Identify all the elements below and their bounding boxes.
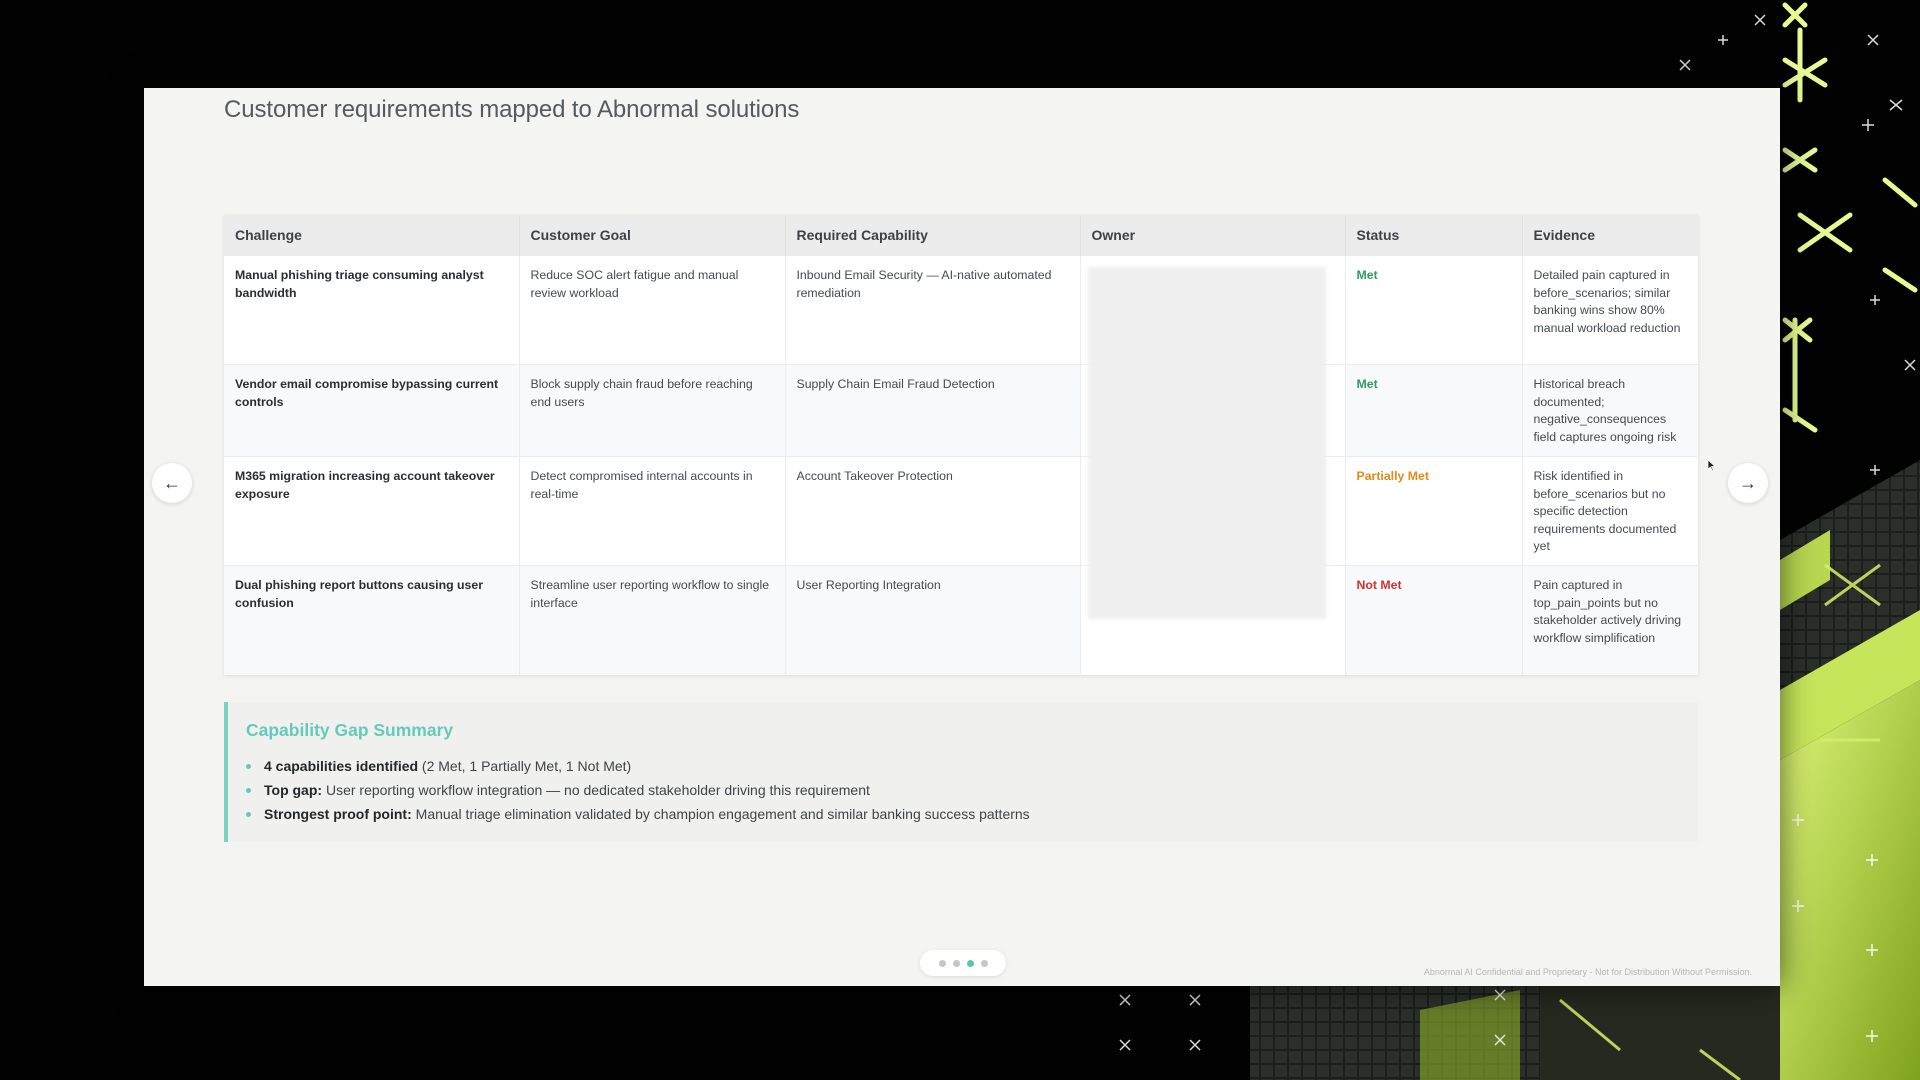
table-row: M365 migration increasing account takeov… (224, 456, 1698, 566)
cell-customer-goal: Detect compromised internal accounts in … (519, 456, 786, 566)
list-item: 4 capabilities identified (2 Met, 1 Part… (246, 754, 1030, 778)
bullet-dot-icon (246, 788, 251, 793)
cell-required-capability: Account Takeover Protection (785, 456, 1081, 566)
cell-evidence: Detailed pain captured in before_scenari… (1522, 255, 1698, 365)
page-dot-3-active[interactable] (966, 959, 974, 967)
presentation-slide: Customer requirements mapped to Abnormal… (144, 88, 1780, 986)
table-row: Manual phishing triage consuming analyst… (224, 255, 1698, 365)
page-dot-4[interactable] (980, 959, 988, 967)
slide-pagination (920, 950, 1006, 976)
gap-summary-title: Capability Gap Summary (246, 720, 454, 740)
cell-evidence: Risk identified in before_scenarios but … (1522, 456, 1698, 566)
list-item: Strongest proof point: Manual triage eli… (246, 802, 1030, 826)
cell-required-capability: User Reporting Integration (785, 565, 1081, 675)
next-slide-button[interactable]: → (1728, 463, 1768, 503)
page-dot-2[interactable] (952, 959, 960, 967)
cell-challenge: Manual phishing triage consuming analyst… (224, 255, 520, 365)
cell-challenge: M365 migration increasing account takeov… (224, 456, 520, 566)
column-header-evidence: Evidence (1522, 215, 1698, 256)
cell-customer-goal: Streamline user reporting workflow to si… (519, 565, 786, 675)
cell-evidence: Historical breach documented; negative_c… (1522, 364, 1698, 457)
list-item-bold: Top gap: (264, 782, 323, 798)
list-item: Top gap: User reporting workflow integra… (246, 778, 1030, 802)
list-item-text: (2 Met, 1 Partially Met, 1 Not Met) (418, 758, 632, 774)
table-header-row: Challenge Customer Goal Required Capabil… (224, 215, 1698, 256)
cell-required-capability: Inbound Email Security — AI-native autom… (785, 255, 1081, 365)
cell-status: Not Met (1345, 565, 1523, 675)
column-header-owner: Owner (1080, 215, 1346, 256)
table-row: Vendor email compromise bypassing curren… (224, 364, 1698, 457)
confidential-footer: Abnormal AI Confidential and Proprietary… (1423, 967, 1752, 977)
cell-status: Met (1345, 364, 1523, 457)
cell-customer-goal: Reduce SOC alert fatigue and manual revi… (519, 255, 786, 365)
capability-gap-summary: Capability Gap Summary 4 capabilities id… (224, 702, 1698, 842)
cell-challenge: Vendor email compromise bypassing curren… (224, 364, 520, 457)
arrow-right-icon: → (1739, 472, 1757, 493)
owner-redacted-area (1088, 267, 1326, 619)
column-header-required-capability: Required Capability (785, 215, 1081, 256)
column-header-challenge: Challenge (224, 215, 520, 256)
list-item-bold: 4 capabilities identified (264, 758, 419, 774)
mouse-cursor-icon (1708, 460, 1716, 472)
list-item-text: Manual triage elimination validated by c… (411, 806, 1030, 822)
cell-status: Partially Met (1345, 456, 1523, 566)
gap-summary-list: 4 capabilities identified (2 Met, 1 Part… (246, 754, 1030, 826)
list-item-bold: Strongest proof point: (264, 806, 412, 822)
slide-title: Customer requirements mapped to Abnormal… (224, 96, 800, 123)
list-item-text: User reporting workflow integration — no… (322, 782, 870, 798)
prev-slide-button[interactable]: ← (152, 463, 192, 503)
cell-challenge: Dual phishing report buttons causing use… (224, 565, 520, 675)
page-dot-1[interactable] (938, 959, 946, 967)
column-header-customer-goal: Customer Goal (519, 215, 786, 256)
bullet-dot-icon (246, 764, 251, 769)
table-row: Dual phishing report buttons causing use… (224, 565, 1698, 675)
bullet-dot-icon (246, 812, 251, 817)
cell-customer-goal: Block supply chain fraud before reaching… (519, 364, 786, 457)
column-header-status: Status (1345, 215, 1523, 256)
cell-evidence: Pain captured in top_pain_points but no … (1522, 565, 1698, 675)
requirements-table: Challenge Customer Goal Required Capabil… (224, 215, 1698, 675)
cell-status: Met (1345, 255, 1523, 365)
arrow-left-icon: ← (163, 472, 181, 493)
cell-required-capability: Supply Chain Email Fraud Detection (785, 364, 1081, 457)
